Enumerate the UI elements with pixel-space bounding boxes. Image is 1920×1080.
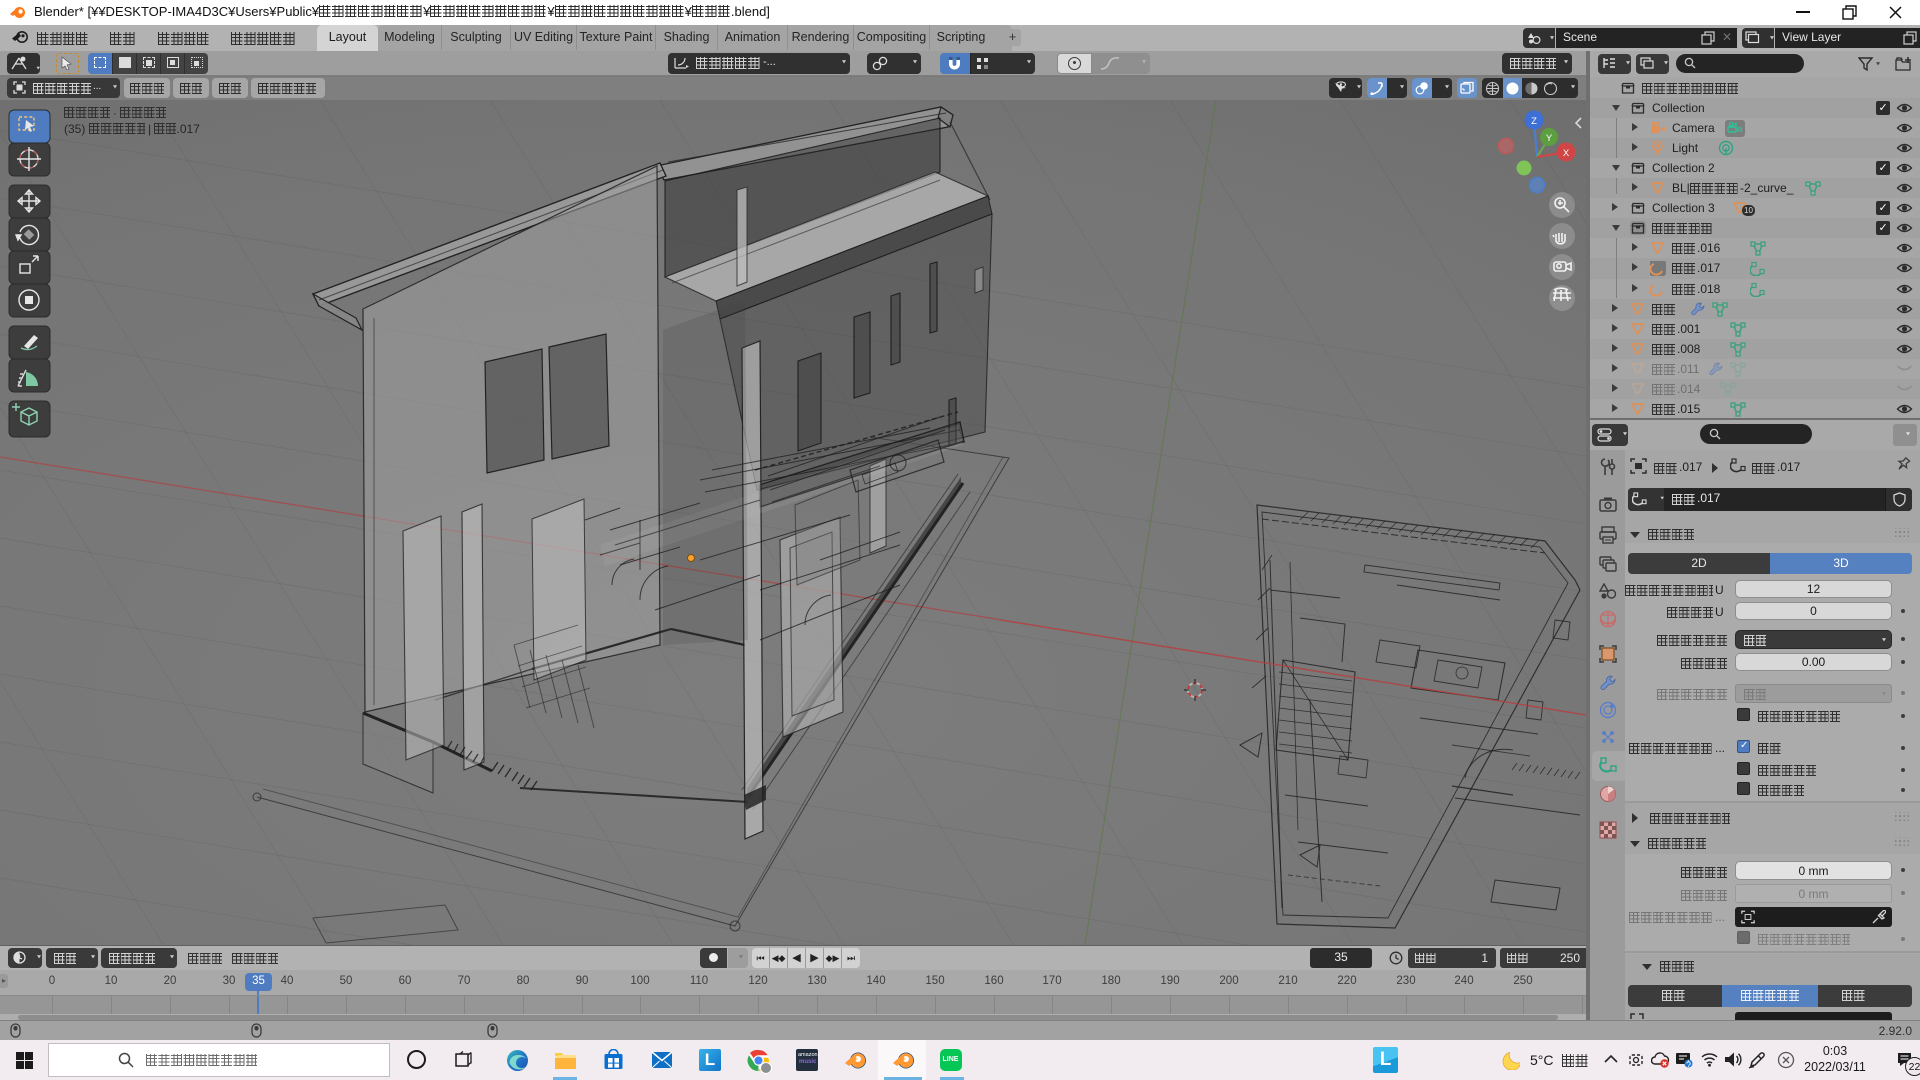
- svg-text:Y: Y: [1546, 133, 1553, 144]
- svg-text:Z: Z: [1531, 116, 1537, 127]
- svg-text:X: X: [1563, 148, 1570, 159]
